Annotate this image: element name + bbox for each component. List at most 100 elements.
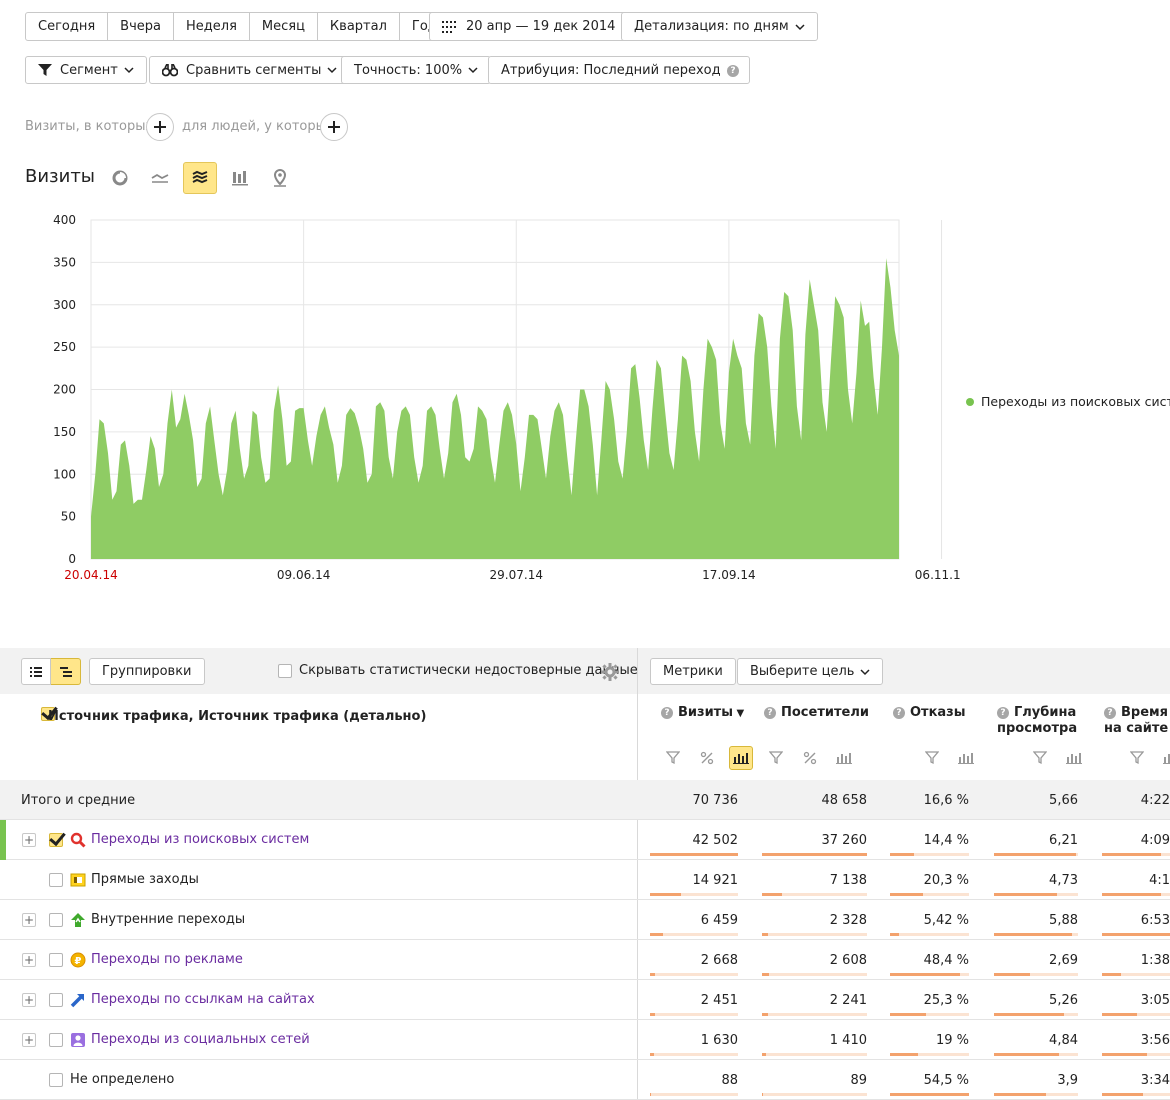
period-yesterday[interactable]: Вчера <box>108 12 174 41</box>
period-week[interactable]: Неделя <box>174 12 250 41</box>
value-bar-track <box>650 973 738 976</box>
row-value: 6 459 <box>700 913 738 928</box>
chart-view-line[interactable] <box>143 162 177 194</box>
period-today[interactable]: Сегодня <box>25 12 109 41</box>
bar-chart-icon[interactable] <box>954 746 978 770</box>
period-month[interactable]: Месяц <box>249 12 318 41</box>
column-header-0[interactable]: ? Визиты ▼ <box>661 705 744 722</box>
link-icon <box>70 992 86 1008</box>
row-value: 3:05 <box>1140 993 1170 1008</box>
column-header-3[interactable]: ? Глубина просмотра <box>997 705 1077 737</box>
help-icon[interactable]: ? <box>893 707 905 719</box>
row-value: 6:53 <box>1140 913 1170 928</box>
goal-label: Выберите цель <box>750 664 855 679</box>
sort-descending-icon[interactable]: ▼ <box>733 708 744 719</box>
chevron-down-icon <box>468 67 478 74</box>
row-checkbox[interactable] <box>49 833 63 847</box>
attribution-dropdown[interactable]: Атрибуция: Последний переход <box>488 56 750 84</box>
compare-icon <box>162 63 178 76</box>
help-icon[interactable]: ? <box>661 707 673 719</box>
row-checkbox[interactable] <box>49 1033 63 1047</box>
groupings-button[interactable]: Группировки <box>89 658 205 685</box>
y-tick-label: 200 <box>53 383 76 397</box>
value-bar-track <box>1102 933 1170 936</box>
bar-chart-icon[interactable] <box>729 746 753 770</box>
value-bar-track <box>650 1013 738 1016</box>
percent-icon[interactable] <box>798 746 822 770</box>
bar-chart-icon[interactable] <box>1062 746 1086 770</box>
help-icon[interactable]: ? <box>1104 707 1116 719</box>
compare-segments-button[interactable]: Сравнить сегменты <box>149 56 351 84</box>
table-row[interactable]: Прямые заходы 14 921 7 138 20,3 % 4,73 4:1 <box>0 860 1170 900</box>
y-tick-label: 0 <box>68 552 76 566</box>
filter-icon[interactable] <box>1125 746 1149 770</box>
value-bar-track <box>1102 893 1170 896</box>
bar-chart-icon[interactable] <box>1159 746 1170 770</box>
help-icon[interactable]: ? <box>997 707 1009 719</box>
detail-dropdown[interactable]: Детализация: по дням <box>621 12 818 41</box>
row-checkbox[interactable] <box>49 993 63 1007</box>
tree-view-button[interactable] <box>51 658 81 685</box>
chart-view-map[interactable] <box>263 162 297 194</box>
chart-view-bar[interactable] <box>223 162 257 194</box>
help-icon[interactable]: ? <box>764 707 776 719</box>
value-bar-fill <box>762 1053 766 1056</box>
table-row[interactable]: Не определено 88 89 54,5 % 3,9 3:34 <box>0 1060 1170 1100</box>
row-checkbox[interactable] <box>49 1073 63 1087</box>
value-bar-track <box>994 893 1078 896</box>
column-header-2[interactable]: ? Отказы <box>893 705 966 721</box>
row-value: 2 668 <box>700 953 738 968</box>
row-name[interactable]: Переходы по рекламе <box>91 952 243 967</box>
metrics-button[interactable]: Метрики <box>650 658 736 685</box>
list-view-button[interactable] <box>21 658 51 685</box>
add-visit-condition-button[interactable] <box>146 113 174 141</box>
expand-row-button[interactable]: + <box>22 953 36 967</box>
table-row[interactable]: + Переходы из социальных сетей 1 630 1 410 1… <box>0 1020 1170 1060</box>
value-bar-track <box>890 1053 969 1056</box>
expand-row-button[interactable]: + <box>22 833 36 847</box>
chart-view-pie[interactable] <box>103 162 137 194</box>
table-row[interactable]: + Внутренние переходы 6 459 2 328 5,42 % 5,88… <box>0 900 1170 940</box>
column-header-4[interactable]: ? Время на сайте <box>1104 705 1168 737</box>
row-value: 4:1 <box>1149 873 1170 888</box>
row-checkbox[interactable] <box>49 913 63 927</box>
row-checkbox[interactable] <box>49 953 63 967</box>
add-people-condition-button[interactable] <box>320 113 348 141</box>
table-row[interactable]: + Переходы по ссылкам на сайтах 2 451 2 241… <box>0 980 1170 1020</box>
filter-icon[interactable] <box>661 746 685 770</box>
period-quarter[interactable]: Квартал <box>317 12 400 41</box>
filter-icon[interactable] <box>920 746 944 770</box>
row-value: 2,69 <box>1049 953 1078 968</box>
hide-unreliable-checkbox[interactable] <box>278 664 292 678</box>
filter-icon[interactable] <box>1028 746 1052 770</box>
column-header-label: Время <box>1121 705 1169 720</box>
value-bar-fill <box>650 1093 651 1096</box>
expand-row-button[interactable]: + <box>22 913 36 927</box>
bar-chart-icon[interactable] <box>832 746 856 770</box>
expand-row-button[interactable]: + <box>22 1033 36 1047</box>
y-tick-label: 50 <box>61 510 76 524</box>
chart-view-area[interactable] <box>183 162 217 194</box>
row-name[interactable]: Переходы из поисковых систем <box>91 832 309 847</box>
accuracy-dropdown[interactable]: Точность: 100% <box>341 56 492 84</box>
date-range-button[interactable]: 20 апр — 19 дек 2014 <box>429 12 629 41</box>
legend-series-label[interactable]: Переходы из поисковых систем <box>981 394 1170 409</box>
percent-icon[interactable] <box>695 746 719 770</box>
expand-row-button[interactable]: + <box>22 993 36 1007</box>
row-checkbox[interactable] <box>49 873 63 887</box>
filter-icon[interactable] <box>764 746 788 770</box>
chart-legend: Переходы из поисковых систем <box>966 394 1170 409</box>
segment-button[interactable]: Сегмент <box>25 56 147 84</box>
gear-icon[interactable] <box>601 663 619 681</box>
column-header-1[interactable]: ? Посетители <box>764 705 869 721</box>
row-name[interactable]: Переходы из социальных сетей <box>91 1032 310 1047</box>
row-value: 3,9 <box>1057 1073 1078 1088</box>
row-name[interactable]: Переходы по ссылкам на сайтах <box>91 992 315 1007</box>
goal-dropdown[interactable]: Выберите цель <box>737 658 884 685</box>
help-icon[interactable]: ? <box>727 65 739 77</box>
table-row[interactable]: + Переходы из поисковых систем 42 502 37 26… <box>0 820 1170 860</box>
table-row[interactable]: + ₽ Переходы по рекламе 2 668 2 608 48,4 % 2,6… <box>0 940 1170 980</box>
x-tick-label: 29.07.14 <box>490 568 543 582</box>
row-value: 88 <box>721 1073 738 1088</box>
series-color-marker <box>0 820 6 860</box>
